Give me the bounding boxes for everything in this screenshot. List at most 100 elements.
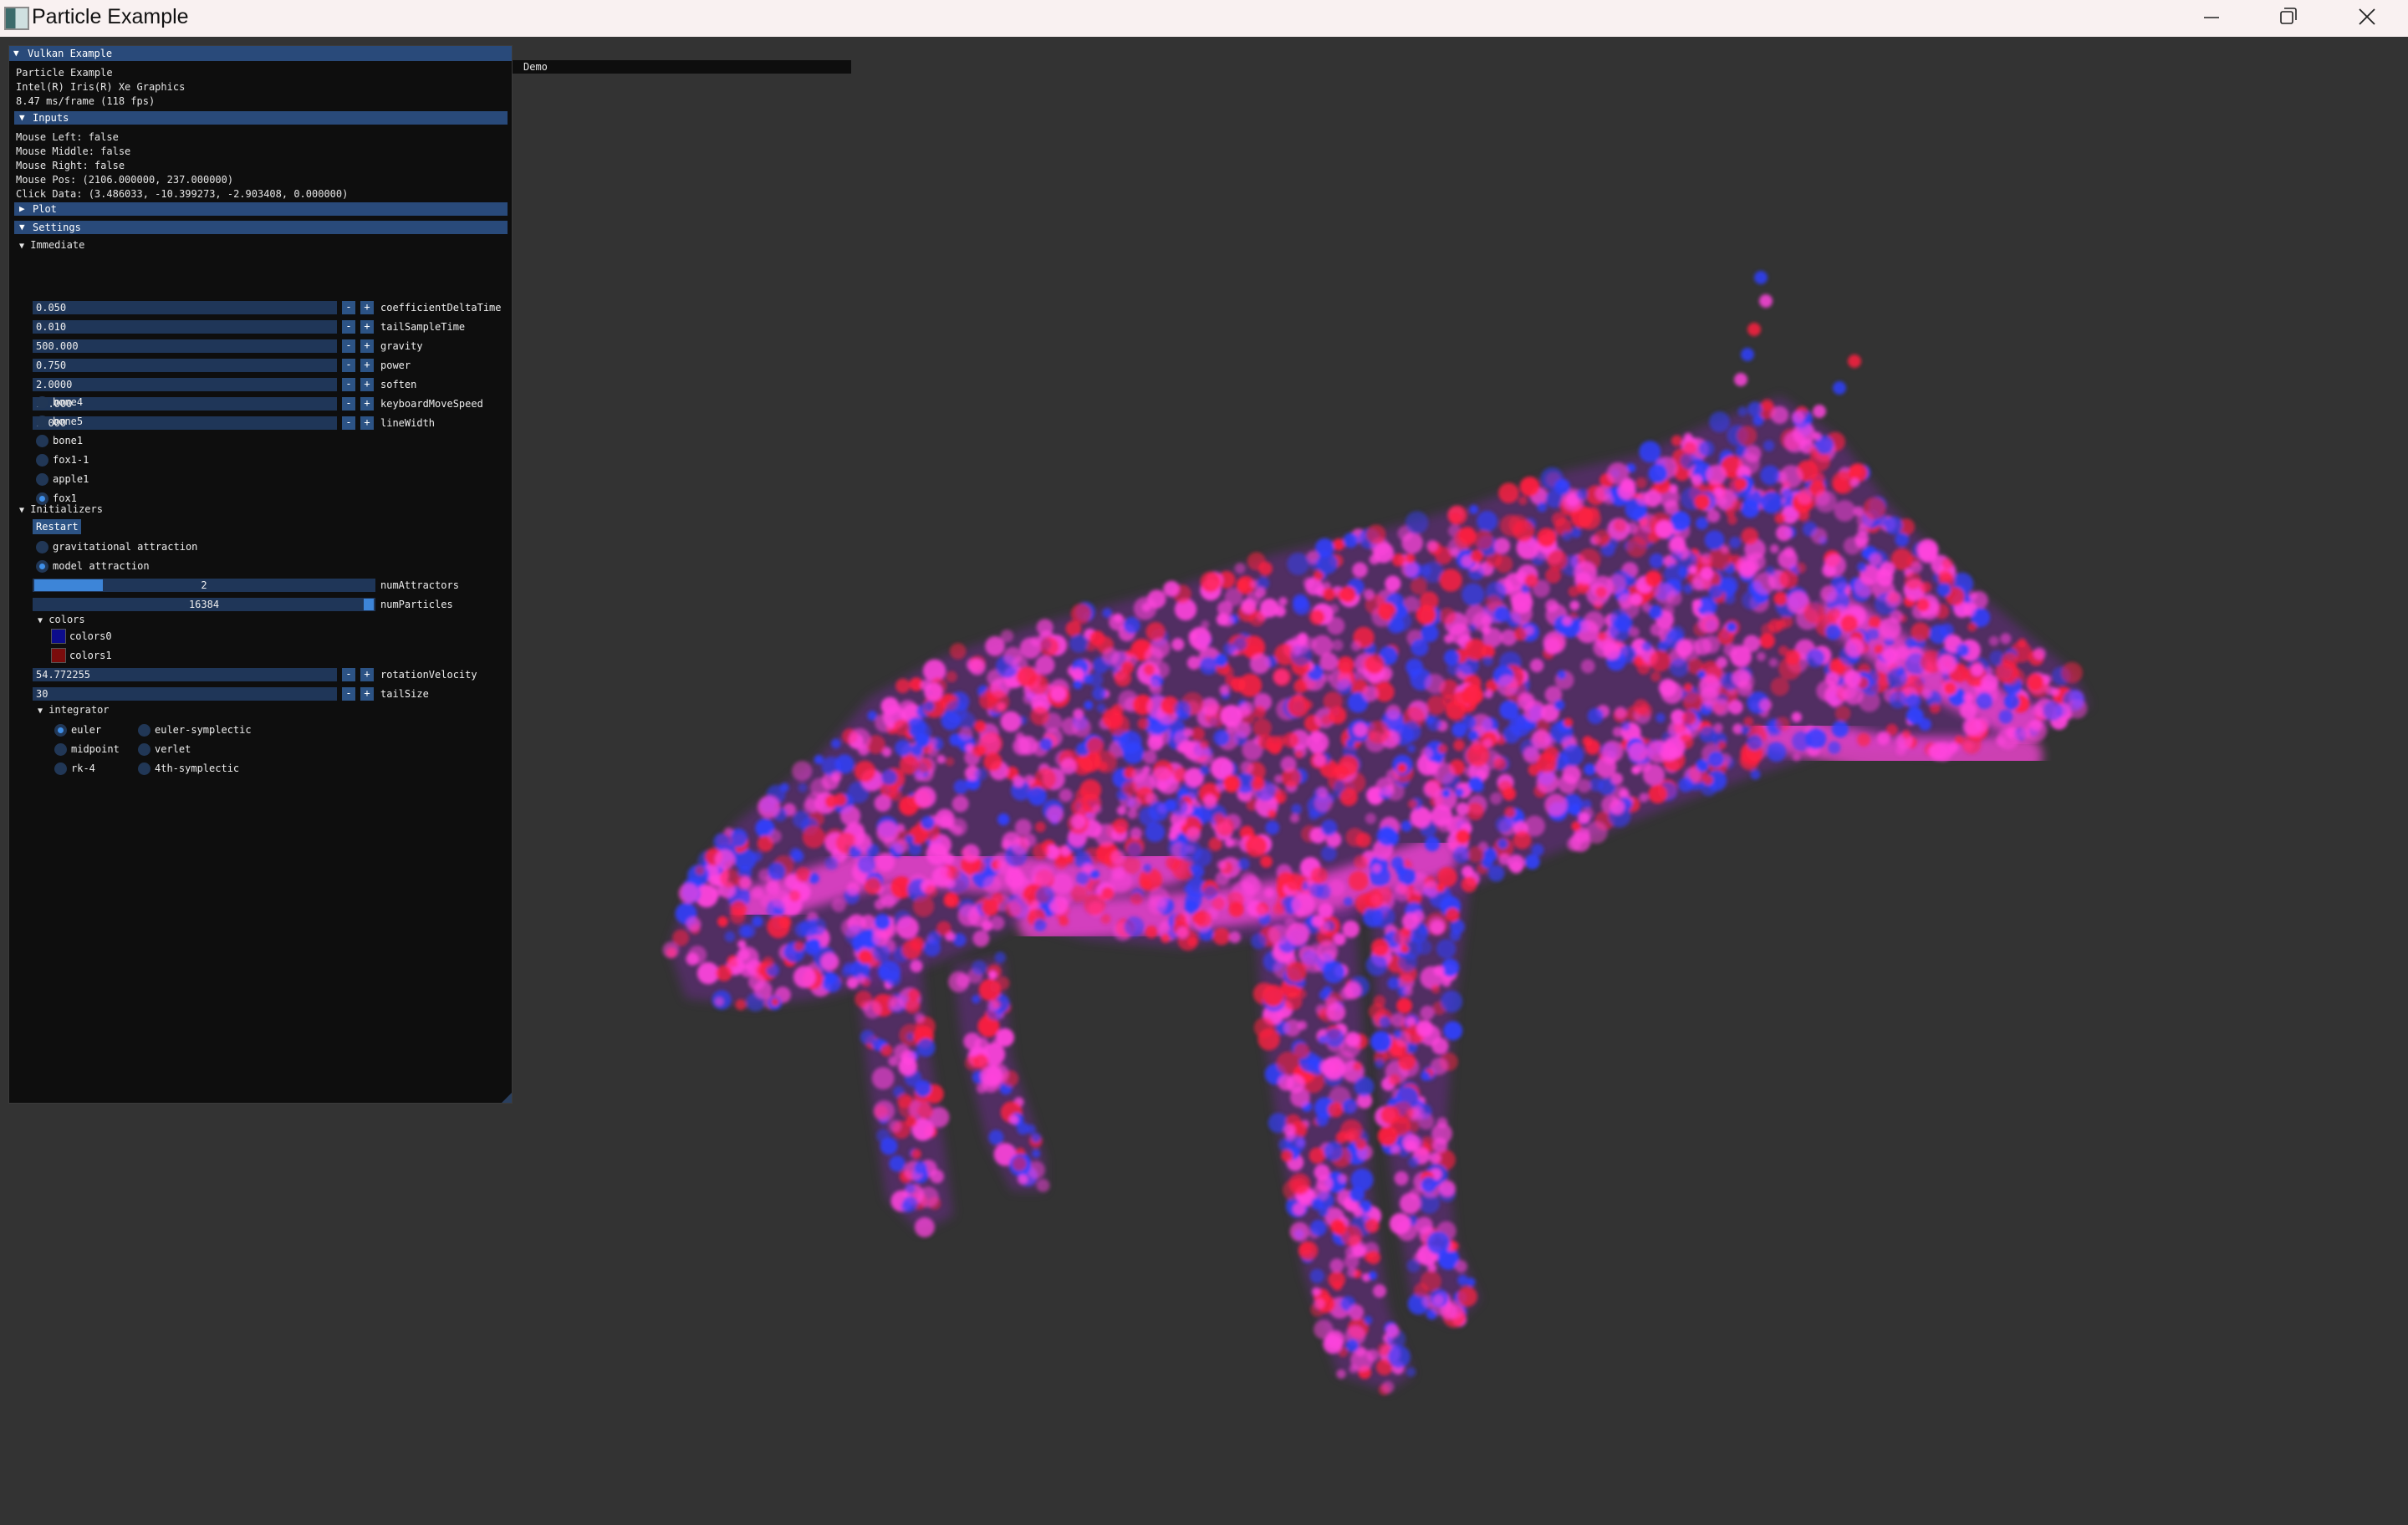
close-button[interactable] [2329, 0, 2404, 37]
soften-increment-button[interactable]: + [360, 378, 374, 391]
tail-size-decrement-button[interactable]: - [342, 687, 355, 701]
particle [1683, 584, 1693, 594]
model-radio-bone4[interactable] [36, 396, 48, 409]
integrator-radio-verlet[interactable] [138, 743, 150, 756]
gravity-input[interactable]: 500.000 [33, 339, 337, 353]
restart-button[interactable]: Restart [33, 519, 81, 534]
particle [1314, 1164, 1330, 1181]
coefficient-delta-time-input[interactable]: 0.050 [33, 301, 337, 314]
particle [1574, 561, 1598, 585]
particle [1240, 761, 1254, 774]
particle [1189, 863, 1199, 873]
tail-sample-time-input[interactable]: 0.010 [33, 320, 337, 334]
coefficient-delta-time-increment-button[interactable]: + [360, 301, 374, 314]
model-radio-apple1[interactable] [36, 473, 48, 486]
immediate-tree-node[interactable]: ▼ Immediate [19, 238, 84, 253]
particle [1338, 755, 1360, 776]
particle [1134, 640, 1149, 655]
line-width-increment-button[interactable]: + [360, 416, 374, 430]
soften-input[interactable]: 2.0000 [33, 378, 337, 391]
power-decrement-button[interactable]: - [342, 359, 355, 372]
model-radio-bone5[interactable] [36, 416, 48, 428]
particle [1791, 711, 1802, 722]
model-attraction-radio[interactable] [36, 560, 48, 573]
num-particles-value: 16384 [188, 599, 220, 610]
particle [978, 978, 1002, 1002]
keyboard-move-speed-decrement-button[interactable]: - [342, 397, 355, 411]
initializers-tree-node[interactable]: ▼ Initializers [19, 502, 103, 518]
particle [1737, 426, 1758, 446]
particle [1487, 865, 1505, 882]
particle [1504, 807, 1516, 819]
model-radio-fox1-1[interactable] [36, 454, 48, 467]
tail-size-increment-button[interactable]: + [360, 687, 374, 701]
line-width-decrement-button[interactable]: - [342, 416, 355, 430]
integrator-tree-node[interactable]: ▼ integrator [38, 703, 110, 718]
gravitational-attraction-radio[interactable] [36, 541, 48, 553]
plot-header[interactable]: ▶ Plot [14, 202, 508, 216]
collapse-arrow-icon[interactable]: ▼ [13, 48, 19, 59]
integrator-radio-4th-symplectic[interactable] [138, 762, 150, 775]
keyboard-move-speed-increment-button[interactable]: + [360, 397, 374, 411]
resize-grip[interactable] [502, 1093, 512, 1103]
particle [1597, 631, 1607, 641]
particle [1564, 717, 1574, 727]
tail-size-input[interactable]: 30 [33, 687, 337, 701]
particle [1433, 762, 1456, 784]
particle [1774, 513, 1786, 524]
num-particles-slider[interactable]: 16384 [33, 598, 375, 611]
particle [840, 805, 861, 826]
soften-decrement-button[interactable]: - [342, 378, 355, 391]
particle [1844, 638, 1865, 658]
particle [1641, 641, 1652, 652]
particle [1394, 1171, 1409, 1186]
settings-header[interactable]: ▼ Settings [14, 221, 508, 234]
particle [1537, 528, 1557, 548]
particle [1268, 924, 1289, 946]
inputs-header[interactable]: ▼ Inputs [14, 111, 508, 125]
tail-sample-time-increment-button[interactable]: + [360, 320, 374, 334]
minimize-button[interactable] [2174, 0, 2249, 37]
particle [1557, 480, 1567, 490]
particle [1544, 793, 1568, 817]
particle [1124, 916, 1145, 937]
colors0-swatch[interactable] [51, 629, 66, 644]
integrator-radio-euler[interactable] [54, 724, 67, 737]
power-increment-button[interactable]: + [360, 359, 374, 372]
coefficient-delta-time-decrement-button[interactable]: - [342, 301, 355, 314]
rotation-velocity-increment-button[interactable]: + [360, 668, 374, 681]
particle [1096, 703, 1106, 713]
particle [1365, 813, 1376, 824]
particle [1704, 530, 1725, 550]
panel-title-bar[interactable]: ▼ Vulkan Example [9, 46, 512, 61]
particle [895, 739, 911, 757]
gravity-decrement-button[interactable]: - [342, 339, 355, 353]
particle [1443, 1021, 1463, 1041]
particle [1976, 692, 1993, 710]
maximize-button[interactable] [2250, 0, 2325, 37]
num-attractors-slider[interactable]: 2 [33, 579, 375, 592]
particle [1408, 799, 1418, 809]
particle [792, 761, 813, 782]
rotation-velocity-input[interactable]: 54.772255 [33, 668, 337, 681]
colors1-swatch[interactable] [51, 648, 66, 663]
gravity-increment-button[interactable]: + [360, 339, 374, 353]
particle [714, 849, 736, 870]
particle [927, 746, 939, 757]
vulkan-example-panel[interactable]: ▼ Vulkan Example Particle Example Intel(… [8, 45, 513, 1104]
particle [1809, 446, 1819, 457]
integrator-radio-euler-symplectic[interactable] [138, 724, 150, 737]
particle [1215, 817, 1235, 837]
integrator-radio-rk-4[interactable] [54, 762, 67, 775]
particle [905, 998, 921, 1014]
integrator-radio-midpoint[interactable] [54, 743, 67, 756]
rotation-velocity-decrement-button[interactable]: - [342, 668, 355, 681]
particle [1954, 735, 1964, 745]
particle [951, 795, 969, 813]
particle [1537, 502, 1548, 513]
power-input[interactable]: 0.750 [33, 359, 337, 372]
particle [1303, 700, 1314, 710]
colors-tree-node[interactable]: ▼ colors [38, 613, 85, 628]
tail-sample-time-decrement-button[interactable]: - [342, 320, 355, 334]
model-radio-bone1[interactable] [36, 435, 48, 447]
